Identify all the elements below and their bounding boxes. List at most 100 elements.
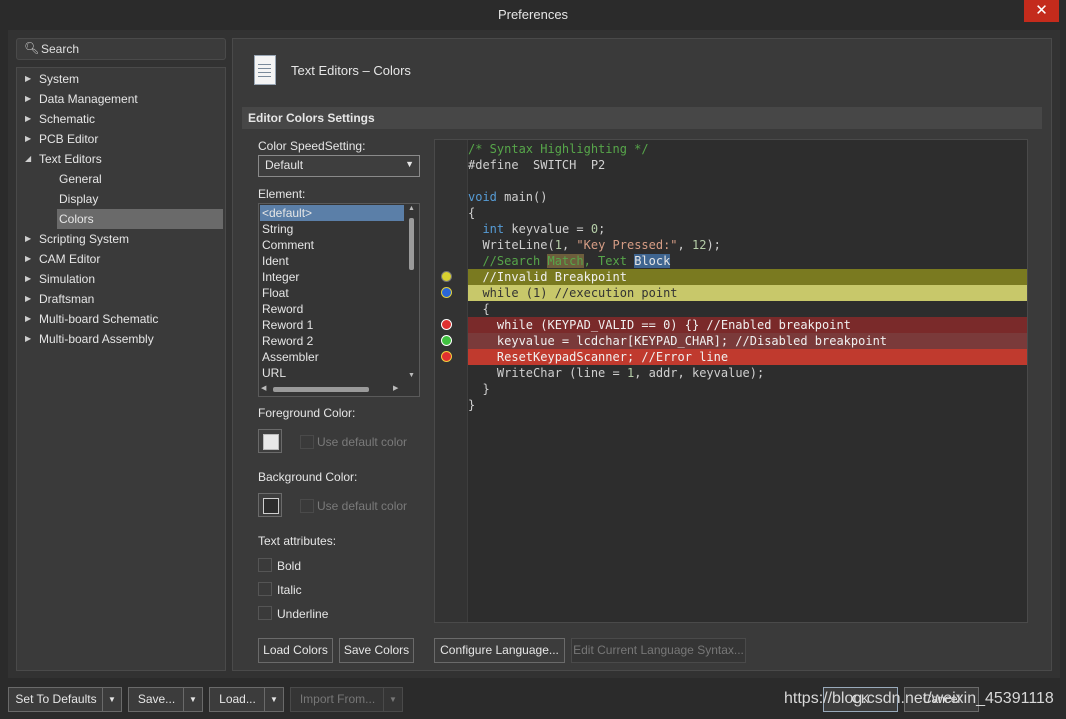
horizontal-scrollbar[interactable]: ◀ ▶ <box>259 384 405 395</box>
list-item[interactable]: Comment <box>260 237 404 253</box>
background-color-label: Background Color: <box>258 470 358 484</box>
code-line: void main() <box>468 190 548 204</box>
scroll-thumb[interactable] <box>273 387 369 392</box>
nav-item-draftsman[interactable]: ▶ Draftsman <box>17 289 223 309</box>
list-item[interactable]: Reword <box>260 301 404 317</box>
list-item[interactable]: Integer <box>260 269 404 285</box>
background-color-picker[interactable] <box>258 493 282 517</box>
bg-use-default-checkbox[interactable] <box>300 499 314 513</box>
watermark: https://blog.csdn.net/weixin_45391118 <box>784 690 1054 707</box>
scroll-right-icon[interactable]: ▶ <box>393 384 398 392</box>
expand-arrow-icon[interactable]: ▶ <box>25 289 31 309</box>
code-line: /* Syntax Highlighting */ <box>468 142 649 156</box>
list-item[interactable]: Reword 2 <box>260 333 404 349</box>
vertical-scrollbar[interactable]: ▲ ▼ <box>405 204 418 384</box>
edit-language-syntax-button[interactable]: Edit Current Language Syntax... <box>571 638 746 663</box>
nav-item-scripting-system[interactable]: ▶ Scripting System <box>17 229 223 249</box>
expand-arrow-icon[interactable]: ▶ <box>25 229 31 249</box>
code-line: WriteLine(1, "Key Pressed:", 12); <box>482 238 721 252</box>
underline-checkbox[interactable] <box>258 606 272 620</box>
fg-use-default-label: Use default color <box>317 435 408 449</box>
element-label: Element: <box>258 187 306 201</box>
nav-subitem-display[interactable]: Display <box>57 189 223 209</box>
load-colors-button[interactable]: Load Colors <box>258 638 333 663</box>
nav-subitem-general[interactable]: General <box>57 169 223 189</box>
expand-arrow-icon[interactable]: ▶ <box>25 309 31 329</box>
bg-use-default-label: Use default color <box>317 499 408 513</box>
underline-label: Underline <box>277 607 329 621</box>
foreground-color-label: Foreground Color: <box>258 406 356 420</box>
import-from-button[interactable]: Import From... ▼ <box>290 687 403 712</box>
dropdown-arrow-icon[interactable]: ▼ <box>102 688 121 711</box>
text-attributes-label: Text attributes: <box>258 534 337 548</box>
error-line-icon <box>441 351 452 362</box>
italic-label: Italic <box>277 583 302 597</box>
nav-item-multi-board-schematic[interactable]: ▶ Multi-board Schematic <box>17 309 223 329</box>
dropdown-arrow-icon[interactable]: ▼ <box>264 688 283 711</box>
nav-item-simulation[interactable]: ▶ Simulation <box>17 269 223 289</box>
expand-arrow-icon[interactable]: ▶ <box>25 269 31 289</box>
element-list[interactable]: <default> String Comment Ident Integer F… <box>258 203 420 397</box>
fg-use-default-checkbox[interactable] <box>300 435 314 449</box>
scroll-down-icon[interactable]: ▼ <box>408 372 415 379</box>
nav-item-data-management[interactable]: ▶ Data Management <box>17 89 223 109</box>
load-button[interactable]: Load... ▼ <box>209 687 284 712</box>
nav-item-text-editors[interactable]: ◢ Text Editors <box>17 149 223 169</box>
nav-item-cam-editor[interactable]: ▶ CAM Editor <box>17 249 223 269</box>
bold-label: Bold <box>277 559 302 573</box>
foreground-color-picker[interactable] <box>258 429 282 453</box>
code-line: //Search Match, Text Block <box>482 254 671 268</box>
italic-checkbox[interactable] <box>258 582 272 596</box>
search-input[interactable] <box>41 40 219 57</box>
list-item[interactable]: Ident <box>260 253 404 269</box>
speed-setting-dropdown[interactable]: Default ▼ <box>258 155 420 177</box>
collapse-arrow-icon[interactable]: ◢ <box>25 149 31 169</box>
list-item[interactable]: String <box>260 221 404 237</box>
preferences-tree: ▶ System ▶ Data Management ▶ Schematic ▶ PCB… <box>16 67 226 671</box>
set-to-defaults-button[interactable]: Set To Defaults ▼ <box>8 687 122 712</box>
save-button[interactable]: Save... ▼ <box>128 687 203 712</box>
nav-item-system[interactable]: ▶ System <box>17 69 223 89</box>
window-title: Preferences <box>497 7 569 22</box>
error-line: ResetKeypadScanner; //Error line <box>468 349 1027 365</box>
list-item[interactable]: Assembler <box>260 349 404 365</box>
list-item[interactable]: Float <box>260 285 404 301</box>
expand-arrow-icon[interactable]: ▶ <box>25 89 31 109</box>
list-item[interactable]: URL <box>260 365 404 381</box>
code-line: { <box>468 206 476 220</box>
page-title: Text Editors – Colors <box>291 63 411 78</box>
nav-item-pcb-editor[interactable]: ▶ PCB Editor <box>17 129 223 149</box>
section-header: Editor Colors Settings <box>242 107 1042 129</box>
save-colors-button[interactable]: Save Colors <box>339 638 414 663</box>
dropdown-arrow-icon[interactable]: ▼ <box>183 688 202 711</box>
bold-checkbox[interactable] <box>258 558 272 572</box>
nav-item-multi-board-assembly[interactable]: ▶ Multi-board Assembly <box>17 329 223 349</box>
scroll-thumb[interactable] <box>409 218 414 270</box>
expand-arrow-icon[interactable]: ▶ <box>25 329 31 349</box>
execution-point-icon <box>441 287 452 298</box>
list-item[interactable]: Reword 1 <box>260 317 404 333</box>
search-box[interactable]: 🔍︎ <box>16 38 226 60</box>
chevron-down-icon: ▼ <box>405 159 414 169</box>
nav-subitem-colors[interactable]: Colors <box>57 209 223 229</box>
expand-arrow-icon[interactable]: ▶ <box>25 249 31 269</box>
scroll-left-icon[interactable]: ◀ <box>261 384 266 392</box>
scroll-up-icon[interactable]: ▲ <box>408 205 415 212</box>
close-button[interactable]: ✕ <box>1024 0 1059 22</box>
code-line: } <box>468 382 490 396</box>
search-icon: 🔍︎ <box>24 41 40 55</box>
nav-item-schematic[interactable]: ▶ Schematic <box>17 109 223 129</box>
breakpoint-gutter <box>435 140 468 622</box>
configure-language-button[interactable]: Configure Language... <box>434 638 565 663</box>
expand-arrow-icon[interactable]: ▶ <box>25 109 31 129</box>
expand-arrow-icon[interactable]: ▶ <box>25 129 31 149</box>
enabled-breakpoint-icon <box>441 319 452 330</box>
search-match-highlight: Match <box>547 254 584 268</box>
dropdown-arrow-icon[interactable]: ▼ <box>383 688 402 711</box>
list-item[interactable]: <default> <box>260 205 404 221</box>
code-line: } <box>468 398 476 412</box>
disabled-breakpoint-icon <box>441 335 452 346</box>
expand-arrow-icon[interactable]: ▶ <box>25 69 31 89</box>
background-swatch <box>263 498 279 514</box>
code-line: int keyvalue = 0; <box>482 222 606 236</box>
